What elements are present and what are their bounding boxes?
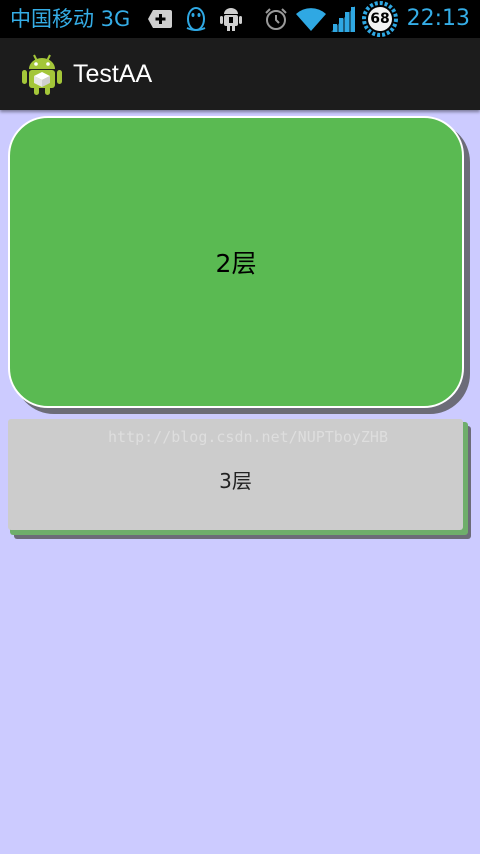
battery-icon: 68 (361, 0, 399, 38)
layer2-card: 2层 (8, 116, 464, 408)
android-icon[interactable] (22, 52, 62, 96)
usb-debug-icon (220, 8, 242, 31)
alarm-icon (265, 8, 287, 30)
status-bar: 中国移动 3G 68 22:13 (0, 0, 480, 38)
wifi-icon (296, 8, 326, 31)
add-icon (148, 10, 172, 28)
signal-icon (331, 6, 355, 32)
app-title: TestAA (73, 60, 153, 88)
layer2-label: 2层 (215, 249, 257, 278)
battery-level: 68 (370, 11, 390, 27)
clock: 22:13 (406, 6, 470, 31)
watermark: http://blog.csdn.net/NUPTboyZHB (108, 428, 388, 446)
action-bar: TestAA (0, 38, 480, 110)
carrier-label: 中国移动 3G (10, 7, 131, 31)
layer3-label: 3层 (219, 469, 252, 493)
qq-icon (186, 7, 206, 31)
